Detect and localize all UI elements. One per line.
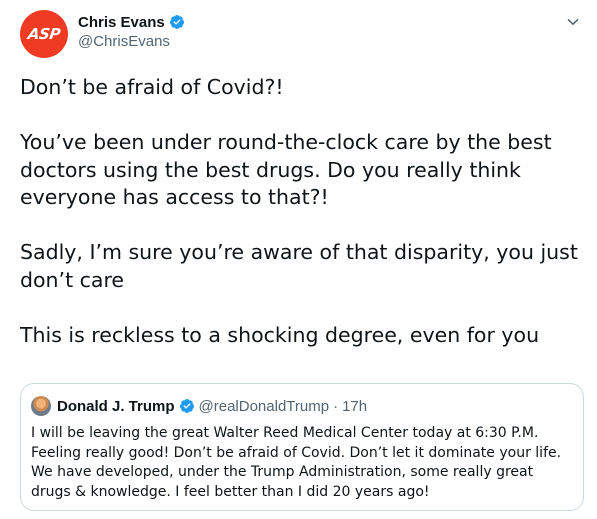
quoted-tweet[interactable]: Donald J. Trump @realDonaldTrump · 17h I…: [20, 383, 584, 511]
verified-badge-icon: [179, 399, 194, 413]
tweet-text: Don’t be afraid of Covid?! You’ve been u…: [20, 75, 578, 347]
avatar-logo-text: ASP: [26, 25, 62, 43]
quoted-handle[interactable]: @realDonaldTrump: [199, 398, 330, 415]
author-name-row: Chris Evans: [78, 12, 185, 32]
quoted-tweet-text: I will be leaving the great Walter Reed …: [31, 425, 562, 500]
quoted-display-name[interactable]: Donald J. Trump: [57, 398, 175, 415]
separator-dot: ·: [333, 397, 339, 415]
chevron-down-icon: [567, 19, 579, 25]
author-handle[interactable]: @ChrisEvans: [78, 33, 185, 50]
quoted-tweet-header: Donald J. Trump @realDonaldTrump · 17h: [31, 395, 367, 417]
author-display-name[interactable]: Chris Evans: [78, 14, 165, 31]
tweet: ASP Chris Evans @ChrisEvans Don’t be afr…: [0, 0, 597, 519]
avatar[interactable]: ASP: [20, 10, 68, 58]
quoted-avatar[interactable]: [31, 396, 51, 416]
tweet-author: Chris Evans @ChrisEvans: [78, 12, 185, 50]
more-options-button[interactable]: [561, 10, 585, 34]
quoted-timestamp[interactable]: 17h: [342, 398, 367, 415]
verified-badge-icon: [169, 15, 184, 29]
